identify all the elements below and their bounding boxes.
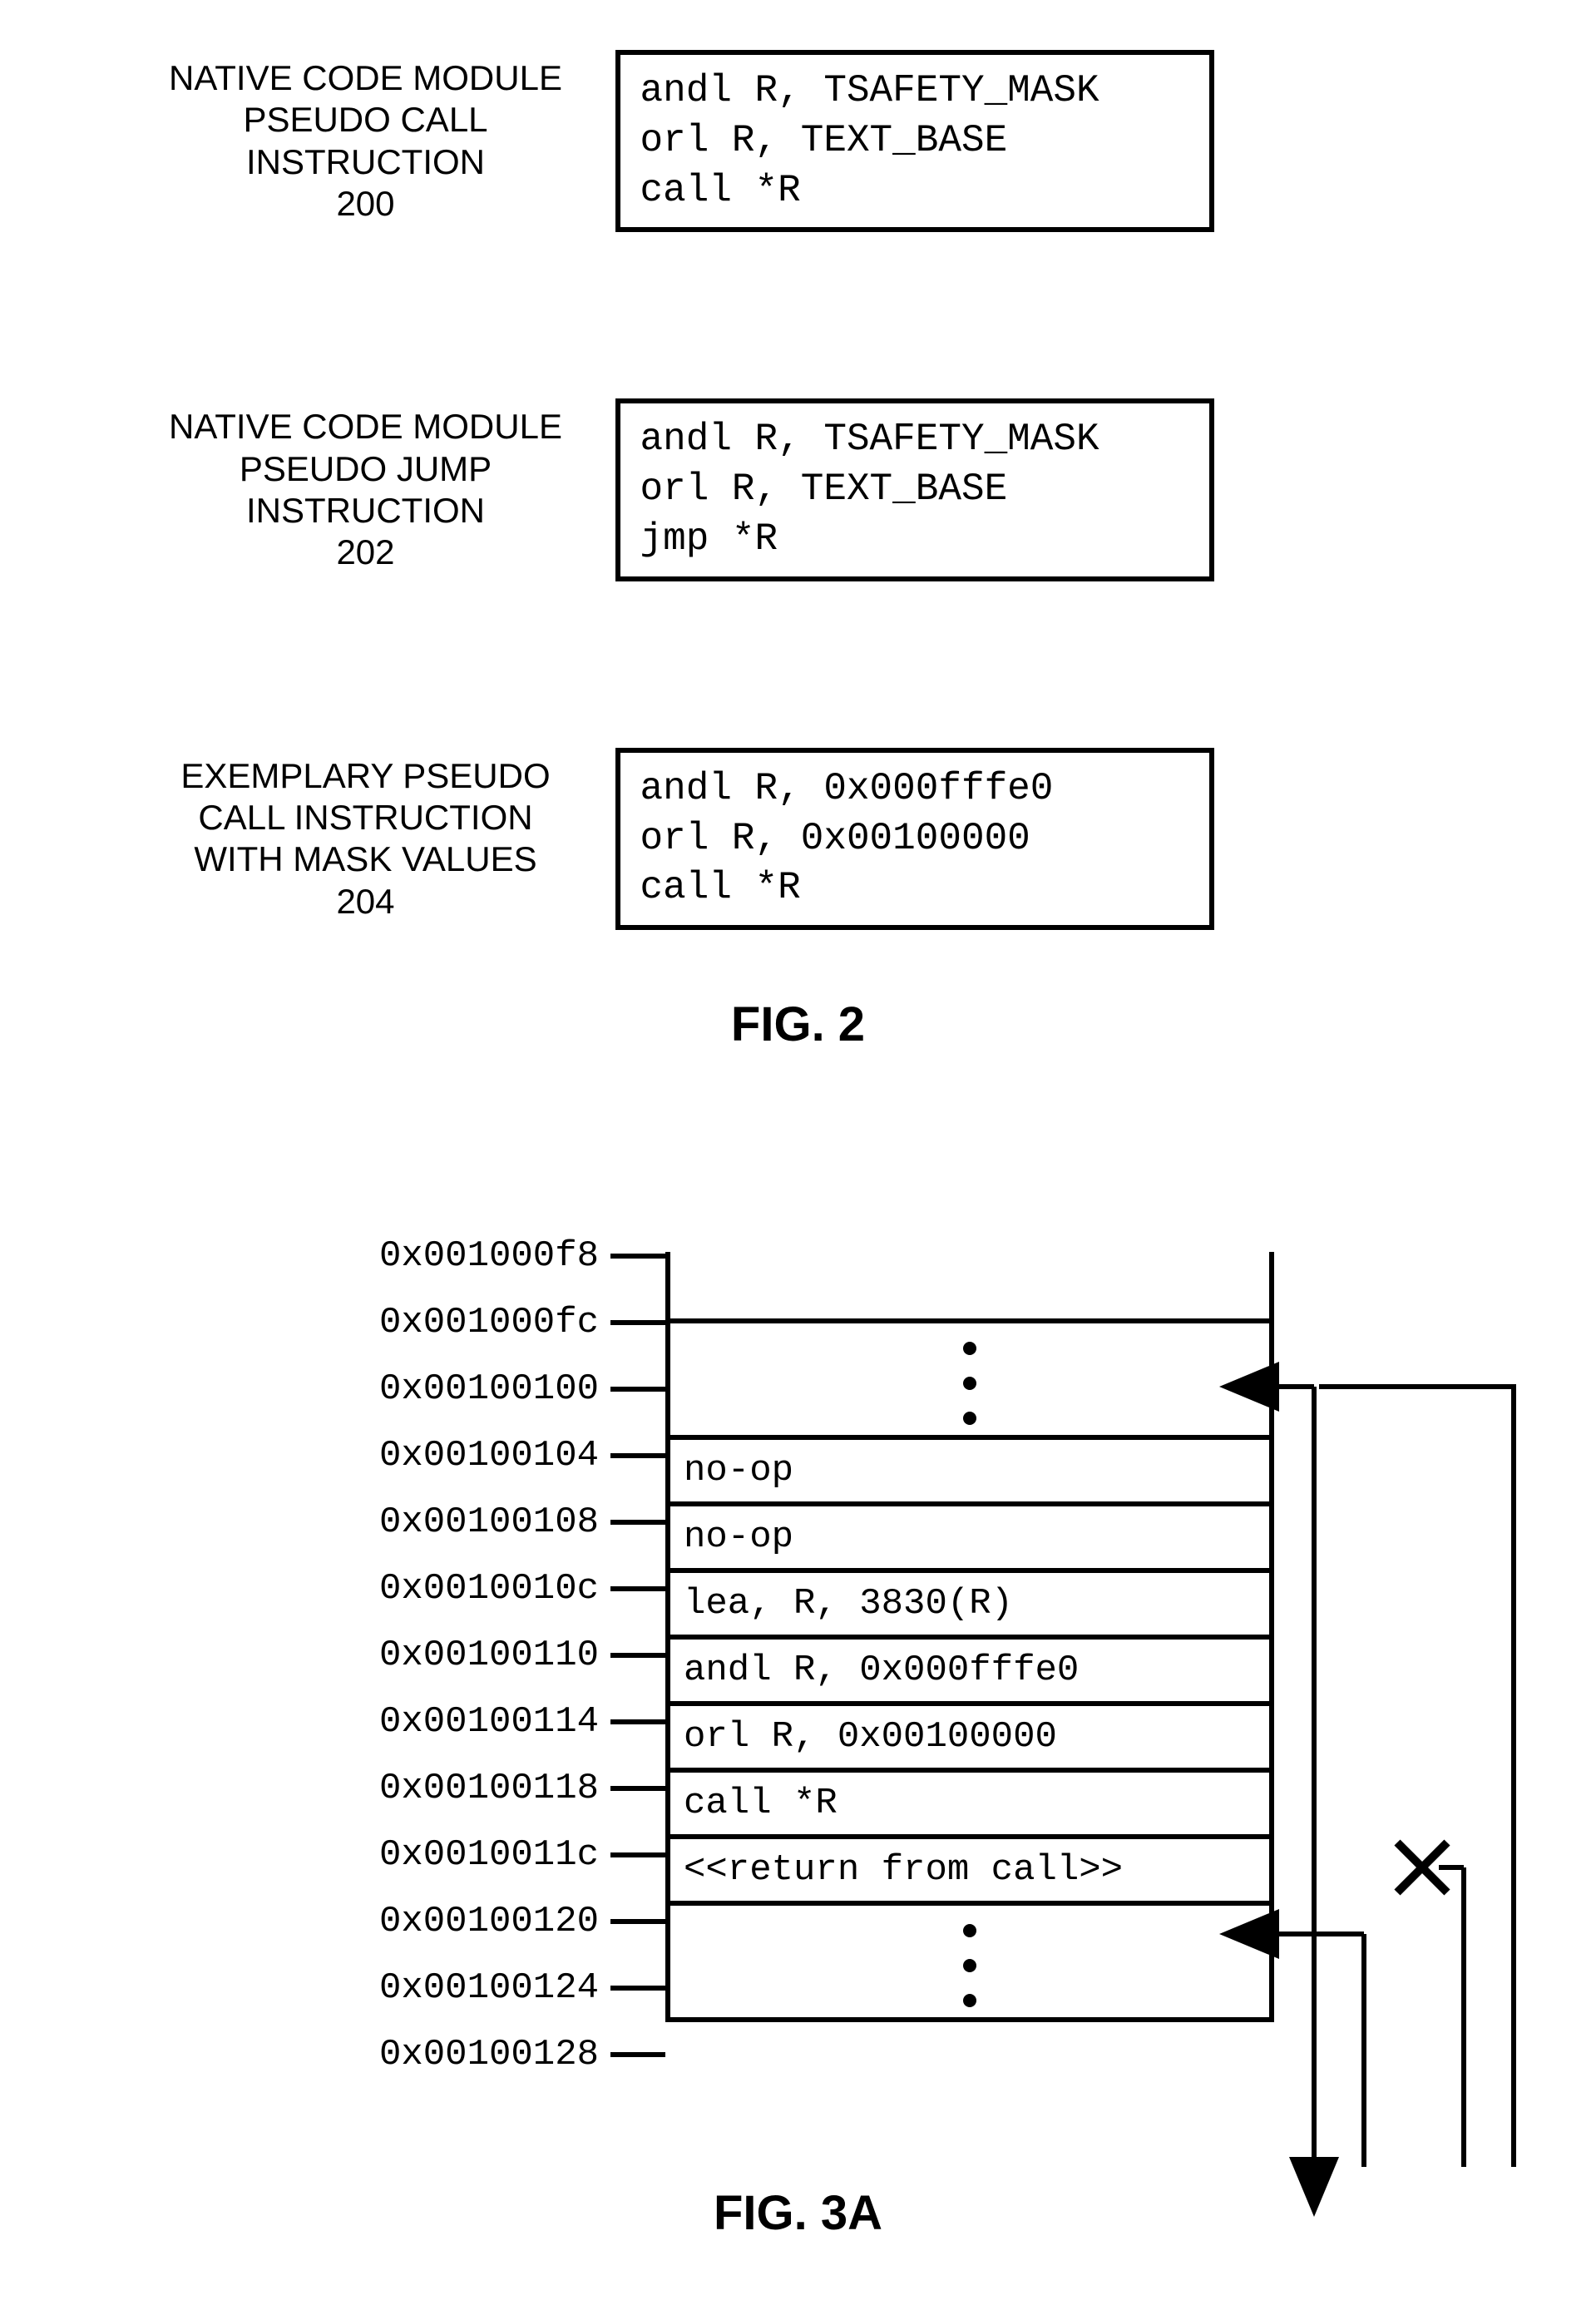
label-line: NATIVE CODE MODULE <box>133 57 599 99</box>
code-line: call *R <box>640 866 801 909</box>
label-line: PSEUDO CALL <box>133 99 599 141</box>
label-line: 202 <box>133 532 599 573</box>
fig2-block-202-label: NATIVE CODE MODULE PSEUDO JUMP INSTRUCTI… <box>133 406 599 574</box>
label-line: PSEUDO JUMP <box>133 448 599 490</box>
fig2-block-200-code: andl R, TSAFETY_MASK orl R, TEXT_BASE ca… <box>615 50 1214 232</box>
code-line: andl R, 0x000fffe0 <box>640 767 1054 810</box>
label-line: NATIVE CODE MODULE <box>133 406 599 448</box>
fig2-block-204: EXEMPLARY PSEUDO CALL INSTRUCTION WITH M… <box>133 748 1464 930</box>
code-line: andl R, TSAFETY_MASK <box>640 418 1099 461</box>
code-line: orl R, 0x00100000 <box>640 817 1030 860</box>
label-line: 204 <box>133 881 599 922</box>
code-line: jmp *R <box>640 517 778 561</box>
fig3a-caption: FIG. 3A <box>0 2185 1596 2241</box>
fig2-block-204-label: EXEMPLARY PSEUDO CALL INSTRUCTION WITH M… <box>133 755 599 923</box>
code-line: call *R <box>640 169 801 212</box>
label-line: EXEMPLARY PSEUDO <box>133 755 599 797</box>
label-line: INSTRUCTION <box>133 490 599 532</box>
label-line: WITH MASK VALUES <box>133 838 599 880</box>
fig3a: 0x001000f80x001000fc0x001001000x00100104… <box>166 1219 1580 2300</box>
arrows-svg <box>166 1219 1580 2300</box>
code-line: orl R, TEXT_BASE <box>640 467 1008 511</box>
page: NATIVE CODE MODULE PSEUDO CALL INSTRUCTI… <box>0 0 1596 2274</box>
fig2-block-200: NATIVE CODE MODULE PSEUDO CALL INSTRUCTI… <box>133 50 1464 232</box>
label-line: 200 <box>133 183 599 225</box>
fig2-block-202-code: andl R, TSAFETY_MASK orl R, TEXT_BASE jm… <box>615 398 1214 581</box>
fig2-block-202: NATIVE CODE MODULE PSEUDO JUMP INSTRUCTI… <box>133 398 1464 581</box>
fig2-block-204-code: andl R, 0x000fffe0 orl R, 0x00100000 cal… <box>615 748 1214 930</box>
fig2: NATIVE CODE MODULE PSEUDO CALL INSTRUCTI… <box>133 50 1464 1052</box>
code-line: orl R, TEXT_BASE <box>640 119 1008 162</box>
fig2-caption: FIG. 2 <box>133 997 1464 1052</box>
fig2-block-200-label: NATIVE CODE MODULE PSEUDO CALL INSTRUCTI… <box>133 57 599 225</box>
label-line: INSTRUCTION <box>133 141 599 183</box>
code-line: andl R, TSAFETY_MASK <box>640 69 1099 112</box>
label-line: CALL INSTRUCTION <box>133 797 599 838</box>
